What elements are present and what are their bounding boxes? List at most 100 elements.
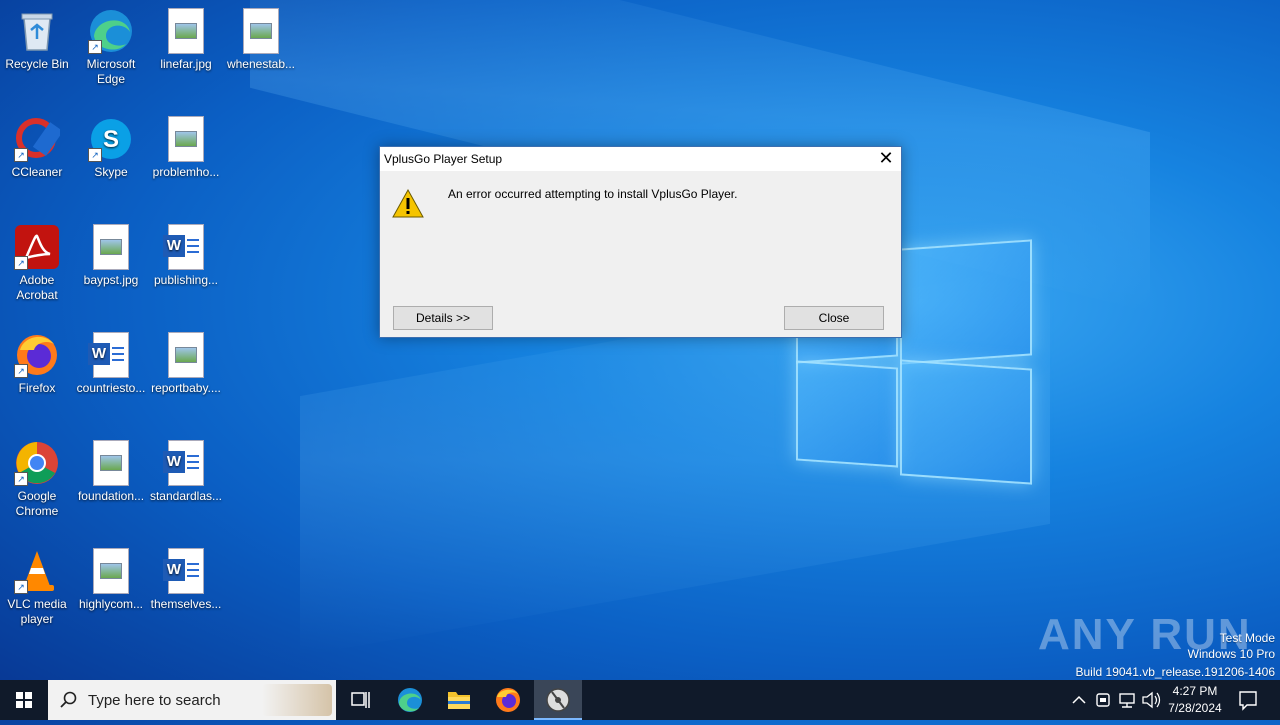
close-button[interactable]: Close — [784, 306, 884, 330]
desktop-icon-label: reportbaby.... — [151, 381, 221, 395]
shortcut-arrow-icon: ↗ — [14, 472, 28, 486]
dialog-title: VplusGo Player Setup — [384, 152, 503, 166]
desktop-icon-skype[interactable]: S ↗ Skype — [74, 116, 148, 180]
action-center-button[interactable] — [1234, 680, 1262, 720]
network-icon — [1119, 693, 1135, 708]
tray-volume-icon[interactable] — [1140, 680, 1162, 720]
taskbar-firefox[interactable] — [484, 680, 532, 720]
setup-installer-icon — [546, 688, 570, 712]
vlc-cone-icon: ↗ — [14, 548, 60, 594]
desktop-icon-image-file[interactable]: whenestab... — [224, 8, 298, 72]
tray-device-icon[interactable] — [1092, 680, 1114, 720]
build-text: Build 19041.vb_release.191206-1406 — [1075, 665, 1276, 679]
adobe-acrobat-icon: ↗ — [14, 224, 60, 270]
desktop-icon-label: Firefox — [18, 381, 56, 395]
image-file-icon — [163, 332, 209, 378]
taskbar-search-box[interactable]: Type here to search — [48, 680, 336, 720]
edge-icon: ↗ — [88, 8, 134, 54]
warning-icon — [392, 188, 424, 219]
desktop-icon-firefox[interactable]: ↗ Firefox — [0, 332, 74, 396]
desktop-icon-google-chrome[interactable]: ↗ Google Chrome — [0, 440, 74, 519]
shortcut-arrow-icon: ↗ — [14, 364, 28, 378]
test-mode-text: Test Mode — [1219, 631, 1275, 645]
usb-device-icon — [1096, 693, 1110, 707]
search-icon — [60, 691, 77, 708]
desktop-icon-label: countriesto... — [76, 381, 146, 395]
image-file-icon — [238, 8, 284, 54]
search-placeholder: Type here to search — [88, 692, 221, 709]
desktop-icon-word-file[interactable]: W publishing... — [149, 224, 223, 288]
recycle-bin-icon — [14, 8, 60, 54]
desktop-icon-label: themselves... — [150, 597, 222, 611]
desktop-icon-image-file[interactable]: problemho... — [149, 116, 223, 180]
desktop-icon-label: Recycle Bin — [5, 57, 69, 71]
folder-icon — [448, 692, 470, 709]
taskbar-setup-app[interactable] — [534, 680, 582, 720]
setup-error-dialog: VplusGo Player Setup ✕ An error occurred… — [379, 146, 902, 338]
desktop-icon-label: Google Chrome — [15, 489, 59, 518]
desktop-icon-adobe-acrobat[interactable]: ↗ Adobe Acrobat — [0, 224, 74, 303]
desktop-icon-label: Skype — [94, 165, 128, 179]
desktop-icon-label: baypst.jpg — [83, 273, 139, 287]
tray-overflow-button[interactable] — [1068, 680, 1090, 720]
desktop-icon-word-file[interactable]: W countriesto... — [74, 332, 148, 396]
shortcut-arrow-icon: ↗ — [14, 256, 28, 270]
desktop-icon-label: Adobe Acrobat — [16, 273, 58, 302]
desktop-icon-label: VLC media player — [7, 597, 67, 626]
shortcut-arrow-icon: ↗ — [88, 148, 102, 162]
shortcut-arrow-icon: ↗ — [14, 580, 28, 594]
desktop-icon-image-file[interactable]: baypst.jpg — [74, 224, 148, 288]
desktop-icon-label: whenestab... — [226, 57, 296, 71]
svg-text:S: S — [103, 126, 119, 153]
desktop-icon-image-file[interactable]: highlycom... — [74, 548, 148, 612]
desktop-icon-image-file[interactable]: linefar.jpg — [149, 8, 223, 72]
speaker-icon — [1142, 691, 1161, 709]
word-document-icon: W — [163, 224, 209, 270]
desktop-icon-image-file[interactable]: reportbaby.... — [149, 332, 223, 396]
start-button[interactable] — [0, 680, 48, 720]
dialog-titlebar[interactable]: VplusGo Player Setup ✕ — [380, 147, 901, 171]
desktop-icon-word-file[interactable]: W standardlas... — [149, 440, 223, 504]
desktop-icon-label: problemho... — [152, 165, 220, 179]
desktop-icon-microsoft-edge[interactable]: ↗ Microsoft Edge — [74, 8, 148, 87]
image-file-icon — [163, 8, 209, 54]
word-document-icon: W — [88, 332, 134, 378]
task-view-button[interactable] — [336, 680, 384, 720]
desktop-icon-word-file[interactable]: W themselves... — [149, 548, 223, 612]
details-button[interactable]: Details >> — [393, 306, 493, 330]
skype-icon: S ↗ — [88, 116, 134, 162]
word-document-icon: W — [163, 440, 209, 486]
notification-icon — [1239, 691, 1257, 711]
taskbar: Type here to search 4:27 PM 7/28/2024 — [0, 680, 1280, 720]
taskbar-edge[interactable] — [386, 680, 434, 720]
close-icon[interactable]: ✕ — [871, 147, 901, 171]
image-file-icon — [163, 116, 209, 162]
taskbar-clock[interactable]: 4:27 PM 7/28/2024 — [1160, 683, 1230, 717]
desktop-icon-recycle-bin[interactable]: Recycle Bin — [0, 8, 74, 72]
task-view-icon — [351, 692, 370, 708]
clock-time: 4:27 PM — [1172, 684, 1218, 698]
search-highlight-image — [262, 684, 332, 716]
desktop-icon-image-file[interactable]: foundation... — [74, 440, 148, 504]
image-file-icon — [88, 224, 134, 270]
desktop-icon-label: Microsoft Edge — [86, 57, 136, 86]
desktop-icon-label: publishing... — [153, 273, 219, 287]
desktop-icon-label: CCleaner — [11, 165, 63, 179]
firefox-icon: ↗ — [14, 332, 60, 378]
chrome-icon: ↗ — [14, 440, 60, 486]
image-file-icon — [88, 440, 134, 486]
windows-start-icon — [16, 692, 32, 708]
desktop-icon-ccleaner[interactable]: ↗ CCleaner — [0, 116, 74, 180]
desktop-icon-vlc[interactable]: ↗ VLC media player — [0, 548, 74, 627]
taskbar-file-explorer[interactable] — [435, 680, 483, 720]
desktop-icon-label: linefar.jpg — [160, 57, 212, 71]
shortcut-arrow-icon: ↗ — [88, 40, 102, 54]
shortcut-arrow-icon: ↗ — [14, 148, 28, 162]
ccleaner-icon: ↗ — [14, 116, 64, 162]
chevron-up-icon — [1072, 695, 1086, 704]
desktop-icon-label: highlycom... — [78, 597, 144, 611]
error-message: An error occurred attempting to install … — [448, 187, 738, 201]
image-file-icon — [88, 548, 134, 594]
tray-network-icon[interactable] — [1116, 680, 1138, 720]
windows-edition-text: Windows 10 Pro — [1187, 647, 1275, 661]
